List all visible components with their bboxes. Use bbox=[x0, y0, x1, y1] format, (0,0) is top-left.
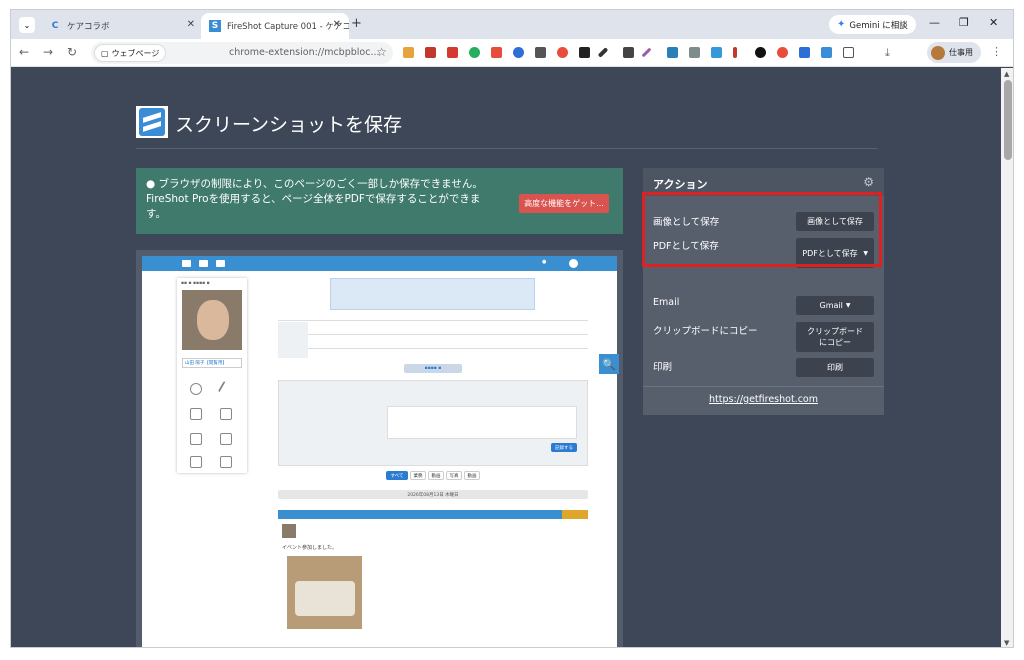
divider bbox=[643, 386, 884, 387]
captured-page-image: ● ▪▪ ▪ ▪▪▪▪ ▪ 山田 陽子【閲覧用】 ▪▪▪▪ ▪ 記録する すべて… bbox=[142, 256, 617, 647]
gmail-button[interactable]: Gmail ▼ bbox=[796, 296, 874, 315]
limitation-warning: ● ブラウザの制限により、このページのごく一部しか保存できません。 FireSh… bbox=[136, 168, 623, 234]
extension-icon[interactable] bbox=[641, 47, 652, 58]
profile-button[interactable]: 仕事用 bbox=[927, 42, 981, 63]
careco-favicon-icon: C bbox=[51, 21, 59, 31]
profile-photo bbox=[182, 290, 242, 350]
preview-filter: 写真 bbox=[446, 471, 462, 480]
opera-extension-icon[interactable] bbox=[777, 47, 788, 58]
menu-kebab-icon[interactable]: ⋮ bbox=[991, 45, 1002, 58]
profile-label: 仕事用 bbox=[949, 48, 973, 57]
extension-icon[interactable] bbox=[469, 47, 480, 58]
warning-text: ブラウザの制限により、このページのごく一部しか保存できません。 bbox=[158, 178, 483, 190]
preview-post-text: イベント参加しました。 bbox=[282, 545, 338, 551]
avatar bbox=[931, 45, 945, 60]
extension-icon[interactable] bbox=[623, 47, 634, 58]
extension-icon[interactable] bbox=[425, 47, 436, 58]
url-text: chrome-extension://mcbpbloc... bbox=[229, 47, 380, 58]
warning-text: す。 bbox=[146, 208, 166, 220]
preview-filter: 動画 bbox=[464, 471, 480, 480]
page-icon: ▢ bbox=[101, 48, 109, 58]
gear-icon[interactable]: ⚙ bbox=[863, 175, 874, 189]
scroll-down-icon[interactable]: ▼ bbox=[1004, 639, 1009, 647]
extension-icon[interactable] bbox=[557, 47, 568, 58]
download-icon[interactable]: ⤓ bbox=[885, 46, 890, 60]
preview-date-bar: 2026年08月13日 木曜日 bbox=[278, 490, 588, 499]
fireshot-favicon-icon: S bbox=[209, 20, 221, 32]
tab-careco[interactable]: C ケアコラボ ✕ bbox=[41, 13, 203, 39]
extensions-puzzle-icon[interactable] bbox=[843, 47, 854, 58]
scroll-up-icon[interactable]: ▲ bbox=[1004, 70, 1009, 78]
extension-icon[interactable] bbox=[711, 47, 722, 58]
page-content: スクリーンショットを保存 ● ブラウザの制限により、このページのごく一部しか保存… bbox=[11, 68, 1001, 647]
extension-icon[interactable] bbox=[667, 47, 678, 58]
actions-heading: アクション bbox=[653, 178, 708, 191]
reload-icon[interactable]: ↻ bbox=[67, 45, 77, 59]
bookmark-star-icon[interactable]: ☆ bbox=[376, 45, 387, 59]
pen-extension-icon[interactable] bbox=[597, 47, 609, 58]
tab-search-button[interactable]: ⌄ bbox=[19, 17, 35, 33]
extension-icon[interactable] bbox=[799, 47, 810, 58]
preview-post-photo bbox=[287, 556, 362, 629]
page-chip-label: ウェブページ bbox=[111, 48, 160, 58]
preview-filter: 動画 bbox=[428, 471, 444, 480]
browser-toolbar: ← → ↻ ▢ ウェブページ chrome-extension://mcbpbl… bbox=[11, 39, 1013, 67]
zoom-magnifier-icon[interactable]: 🔍 bbox=[599, 354, 619, 374]
page-scrollbar[interactable]: ▲ ▼ bbox=[1001, 68, 1013, 647]
print-label: 印刷 bbox=[653, 362, 673, 373]
gemini-label: Gemini に相談 bbox=[849, 20, 908, 31]
tab-title: ケアコラボ bbox=[67, 22, 110, 32]
warning-text: FireShot Proを使用すると、ページ全体をPDFで保存することができま bbox=[146, 193, 481, 205]
preview-header-bar: ● bbox=[142, 256, 617, 271]
gemini-button[interactable]: ✦ Gemini に相談 bbox=[829, 15, 916, 34]
email-label: Email bbox=[653, 297, 680, 308]
info-icon: ● bbox=[146, 178, 156, 190]
page-title: スクリーンショットを保存 bbox=[175, 114, 403, 136]
tab-title: FireShot Capture 001 - ケアコラボ bbox=[227, 22, 349, 32]
caret-down-icon: ▼ bbox=[845, 302, 851, 309]
print-button[interactable]: 印刷 bbox=[796, 358, 874, 377]
extension-icon[interactable] bbox=[491, 47, 502, 58]
preview-filter: すべて bbox=[386, 471, 408, 480]
tab-close-icon[interactable]: ✕ bbox=[333, 19, 341, 30]
preview-profile-card: ▪▪ ▪ ▪▪▪▪ ▪ 山田 陽子【閲覧用】 bbox=[177, 278, 247, 473]
gmail-button-label: Gmail bbox=[819, 301, 843, 310]
pdf-extension-icon[interactable] bbox=[447, 47, 458, 58]
tab-close-icon[interactable]: ✕ bbox=[187, 19, 195, 30]
back-icon[interactable]: ← bbox=[19, 45, 29, 59]
capture-preview: ● ▪▪ ▪ ▪▪▪▪ ▪ 山田 陽子【閲覧用】 ▪▪▪▪ ▪ 記録する すべて… bbox=[136, 250, 623, 647]
copy-clipboard-label: クリップボードにコピー bbox=[653, 326, 758, 337]
browser-window: ⌄ C ケアコラボ ✕ S FireShot Capture 001 - ケアコ… bbox=[10, 9, 1014, 648]
extension-icon[interactable] bbox=[689, 47, 700, 58]
tab-strip: ⌄ C ケアコラボ ✕ S FireShot Capture 001 - ケアコ… bbox=[11, 10, 1013, 39]
address-bar[interactable]: ▢ ウェブページ chrome-extension://mcbpbloc... … bbox=[91, 42, 393, 64]
minimize-button[interactable]: — bbox=[929, 16, 940, 29]
preview-filter: 業務 bbox=[410, 471, 426, 480]
extension-icon[interactable] bbox=[733, 47, 737, 58]
extension-icon[interactable] bbox=[535, 47, 546, 58]
highlight-box bbox=[642, 192, 882, 267]
maximize-button[interactable]: ❐ bbox=[959, 16, 969, 29]
fireshot-website-link[interactable]: https://getfireshot.com bbox=[643, 394, 884, 405]
fireshot-extension-icon[interactable] bbox=[821, 47, 832, 58]
tab-fireshot[interactable]: S FireShot Capture 001 - ケアコラボ ✕ bbox=[201, 13, 349, 39]
scroll-thumb[interactable] bbox=[1004, 80, 1012, 160]
preview-submit: 記録する bbox=[551, 443, 577, 452]
site-info-chip[interactable]: ▢ ウェブページ bbox=[94, 44, 167, 62]
extension-icon[interactable] bbox=[513, 47, 524, 58]
forward-icon[interactable]: → bbox=[43, 45, 53, 59]
fireshot-logo-icon bbox=[136, 106, 168, 138]
extension-icon[interactable] bbox=[755, 47, 766, 58]
get-advanced-features-button[interactable]: 高度な機能をゲット... bbox=[519, 194, 609, 213]
divider bbox=[136, 148, 878, 149]
close-window-button[interactable]: ✕ bbox=[989, 16, 998, 29]
extension-icon[interactable] bbox=[403, 47, 414, 58]
preview-user-select: 山田 陽子【閲覧用】 bbox=[182, 358, 242, 368]
gemini-icon: ✦ bbox=[837, 19, 846, 30]
copy-to-clipboard-button[interactable]: クリップボードにコピー bbox=[796, 322, 874, 352]
new-tab-button[interactable]: + bbox=[351, 16, 362, 31]
extension-icon[interactable] bbox=[579, 47, 590, 58]
